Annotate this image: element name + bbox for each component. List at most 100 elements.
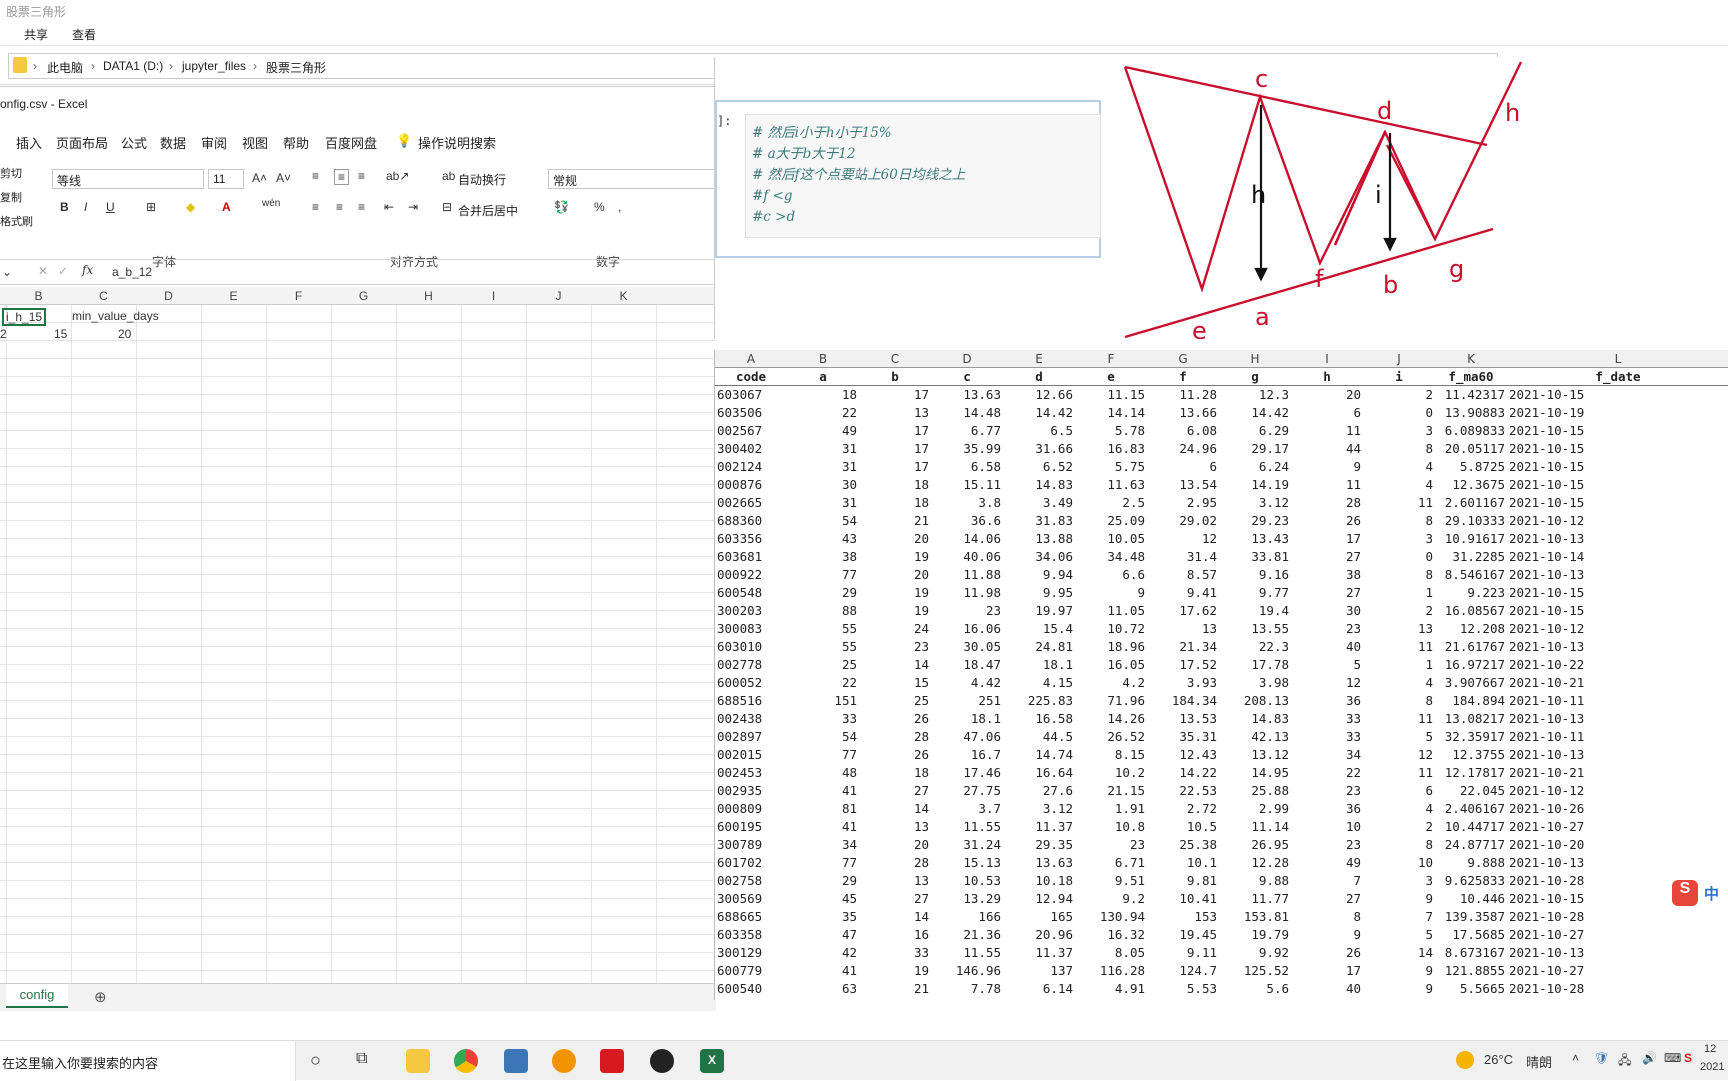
- table-cell[interactable]: 9.41: [1147, 585, 1217, 600]
- table-cell[interactable]: 11.05: [1075, 603, 1145, 618]
- table-cell[interactable]: 2.95: [1147, 495, 1217, 510]
- tab-baidu-netdisk[interactable]: 百度网盘: [325, 133, 377, 152]
- table-cell[interactable]: 17: [859, 423, 929, 438]
- table-cell[interactable]: 45: [787, 891, 857, 906]
- table-cell[interactable]: 25.38: [1147, 837, 1217, 852]
- table-cell[interactable]: 002758: [717, 873, 762, 888]
- csv-header-cell[interactable]: i: [1363, 369, 1435, 384]
- table-cell[interactable]: 2021-10-15: [1509, 423, 1584, 438]
- table-cell[interactable]: 603506: [717, 405, 762, 420]
- table-cell[interactable]: 19.97: [1003, 603, 1073, 618]
- clock-date[interactable]: 2021: [1700, 1061, 1724, 1073]
- python-icon[interactable]: [504, 1049, 528, 1073]
- table-cell[interactable]: 2021-10-19: [1509, 405, 1584, 420]
- table-cell[interactable]: 1.91: [1075, 801, 1145, 816]
- table-cell[interactable]: 3.7: [931, 801, 1001, 816]
- table-cell[interactable]: 31: [787, 441, 857, 456]
- table-cell[interactable]: 5.53: [1147, 981, 1217, 996]
- table-cell[interactable]: 2021-10-28: [1509, 909, 1584, 924]
- weather-desc[interactable]: 晴朗: [1526, 1052, 1552, 1071]
- csv-header-cell[interactable]: f: [1147, 369, 1219, 384]
- table-cell[interactable]: 2021-10-15: [1509, 495, 1584, 510]
- table-cell[interactable]: 688665: [717, 909, 762, 924]
- table-cell[interactable]: 26.52: [1075, 729, 1145, 744]
- table-cell[interactable]: 13.12: [1219, 747, 1289, 762]
- table-cell[interactable]: 17: [859, 459, 929, 474]
- table-cell[interactable]: 34: [787, 837, 857, 852]
- table-cell[interactable]: 9: [1363, 963, 1433, 978]
- table-cell[interactable]: 55: [787, 639, 857, 654]
- column-header[interactable]: D: [136, 289, 201, 303]
- percent-icon[interactable]: %: [594, 200, 605, 214]
- table-cell[interactable]: 2021-10-27: [1509, 963, 1584, 978]
- table-cell[interactable]: 2021-10-22: [1509, 657, 1584, 672]
- table-cell[interactable]: 21.34: [1147, 639, 1217, 654]
- csv-column-letter[interactable]: K: [1435, 352, 1507, 366]
- csv-header-cell[interactable]: a: [787, 369, 859, 384]
- table-cell[interactable]: 2.406167: [1435, 801, 1505, 816]
- table-cell[interactable]: 31.2285: [1435, 549, 1505, 564]
- table-cell[interactable]: 13.55: [1219, 621, 1289, 636]
- table-cell[interactable]: 14.48: [931, 405, 1001, 420]
- table-cell[interactable]: 34.48: [1075, 549, 1145, 564]
- table-cell[interactable]: 17: [1291, 531, 1361, 546]
- csv-column-letter[interactable]: C: [859, 352, 931, 366]
- table-cell[interactable]: 28: [859, 729, 929, 744]
- table-cell[interactable]: 14: [859, 801, 929, 816]
- bold-icon[interactable]: B: [60, 200, 69, 214]
- table-cell[interactable]: 2021-10-11: [1509, 729, 1584, 744]
- font-size-select[interactable]: 11: [208, 169, 244, 189]
- table-cell[interactable]: 300402: [717, 441, 762, 456]
- table-cell[interactable]: 6.08: [1147, 423, 1217, 438]
- table-cell[interactable]: 002665: [717, 495, 762, 510]
- table-cell[interactable]: 31.4: [1147, 549, 1217, 564]
- table-cell[interactable]: 1: [1363, 657, 1433, 672]
- table-cell[interactable]: 27: [859, 891, 929, 906]
- table-cell[interactable]: 14.83: [1219, 711, 1289, 726]
- font-name-select[interactable]: 等线: [52, 169, 204, 189]
- table-cell[interactable]: 11: [1291, 423, 1361, 438]
- table-cell[interactable]: 8: [1291, 909, 1361, 924]
- tab-view[interactable]: 视图: [242, 133, 268, 152]
- table-cell[interactable]: 29.23: [1219, 513, 1289, 528]
- align-top-icon[interactable]: ≡: [312, 169, 319, 183]
- orientation-icon[interactable]: ab↗: [386, 169, 409, 183]
- table-cell[interactable]: 002897: [717, 729, 762, 744]
- table-cell[interactable]: 19: [859, 585, 929, 600]
- table-cell[interactable]: 8: [1363, 513, 1433, 528]
- name-box-dropdown-icon[interactable]: ⌄: [2, 265, 12, 279]
- table-cell[interactable]: 2021-10-15: [1509, 477, 1584, 492]
- table-cell[interactable]: 002015: [717, 747, 762, 762]
- column-header[interactable]: I: [461, 289, 526, 303]
- function-icon[interactable]: fx: [82, 263, 93, 277]
- table-cell[interactable]: 139.3587: [1435, 909, 1505, 924]
- table-cell[interactable]: 9.16: [1219, 567, 1289, 582]
- table-cell[interactable]: 14.06: [931, 531, 1001, 546]
- table-cell[interactable]: 3: [1363, 531, 1433, 546]
- table-cell[interactable]: 166: [931, 909, 1001, 924]
- table-cell[interactable]: 165: [1003, 909, 1073, 924]
- table-cell[interactable]: 48: [787, 765, 857, 780]
- table-cell[interactable]: 24: [859, 621, 929, 636]
- table-cell[interactable]: 36: [1291, 801, 1361, 816]
- table-cell[interactable]: 11.42317: [1435, 387, 1505, 402]
- worksheet-grid[interactable]: i_h_15 min_value_days 2 15 20: [0, 305, 716, 983]
- table-cell[interactable]: 002935: [717, 783, 762, 798]
- table-cell[interactable]: 10.2: [1075, 765, 1145, 780]
- table-cell[interactable]: 41: [787, 963, 857, 978]
- table-cell[interactable]: 2: [1363, 603, 1433, 618]
- align-bottom-icon[interactable]: ≡: [358, 169, 365, 183]
- table-cell[interactable]: 10.5: [1147, 819, 1217, 834]
- table-cell[interactable]: 10.446: [1435, 891, 1505, 906]
- italic-icon[interactable]: I: [84, 200, 87, 214]
- table-cell[interactable]: 18: [859, 495, 929, 510]
- table-cell[interactable]: 8.546167: [1435, 567, 1505, 582]
- table-cell[interactable]: 3.8: [931, 495, 1001, 510]
- breadcrumb-folder[interactable]: 股票三角形: [266, 59, 326, 76]
- table-cell[interactable]: 6.089833: [1435, 423, 1505, 438]
- border-icon[interactable]: ⊞: [146, 200, 156, 214]
- csv-header-cell[interactable]: c: [931, 369, 1003, 384]
- table-cell[interactable]: 13.29: [931, 891, 1001, 906]
- table-cell[interactable]: 0: [1363, 549, 1433, 564]
- table-cell[interactable]: 22: [1291, 765, 1361, 780]
